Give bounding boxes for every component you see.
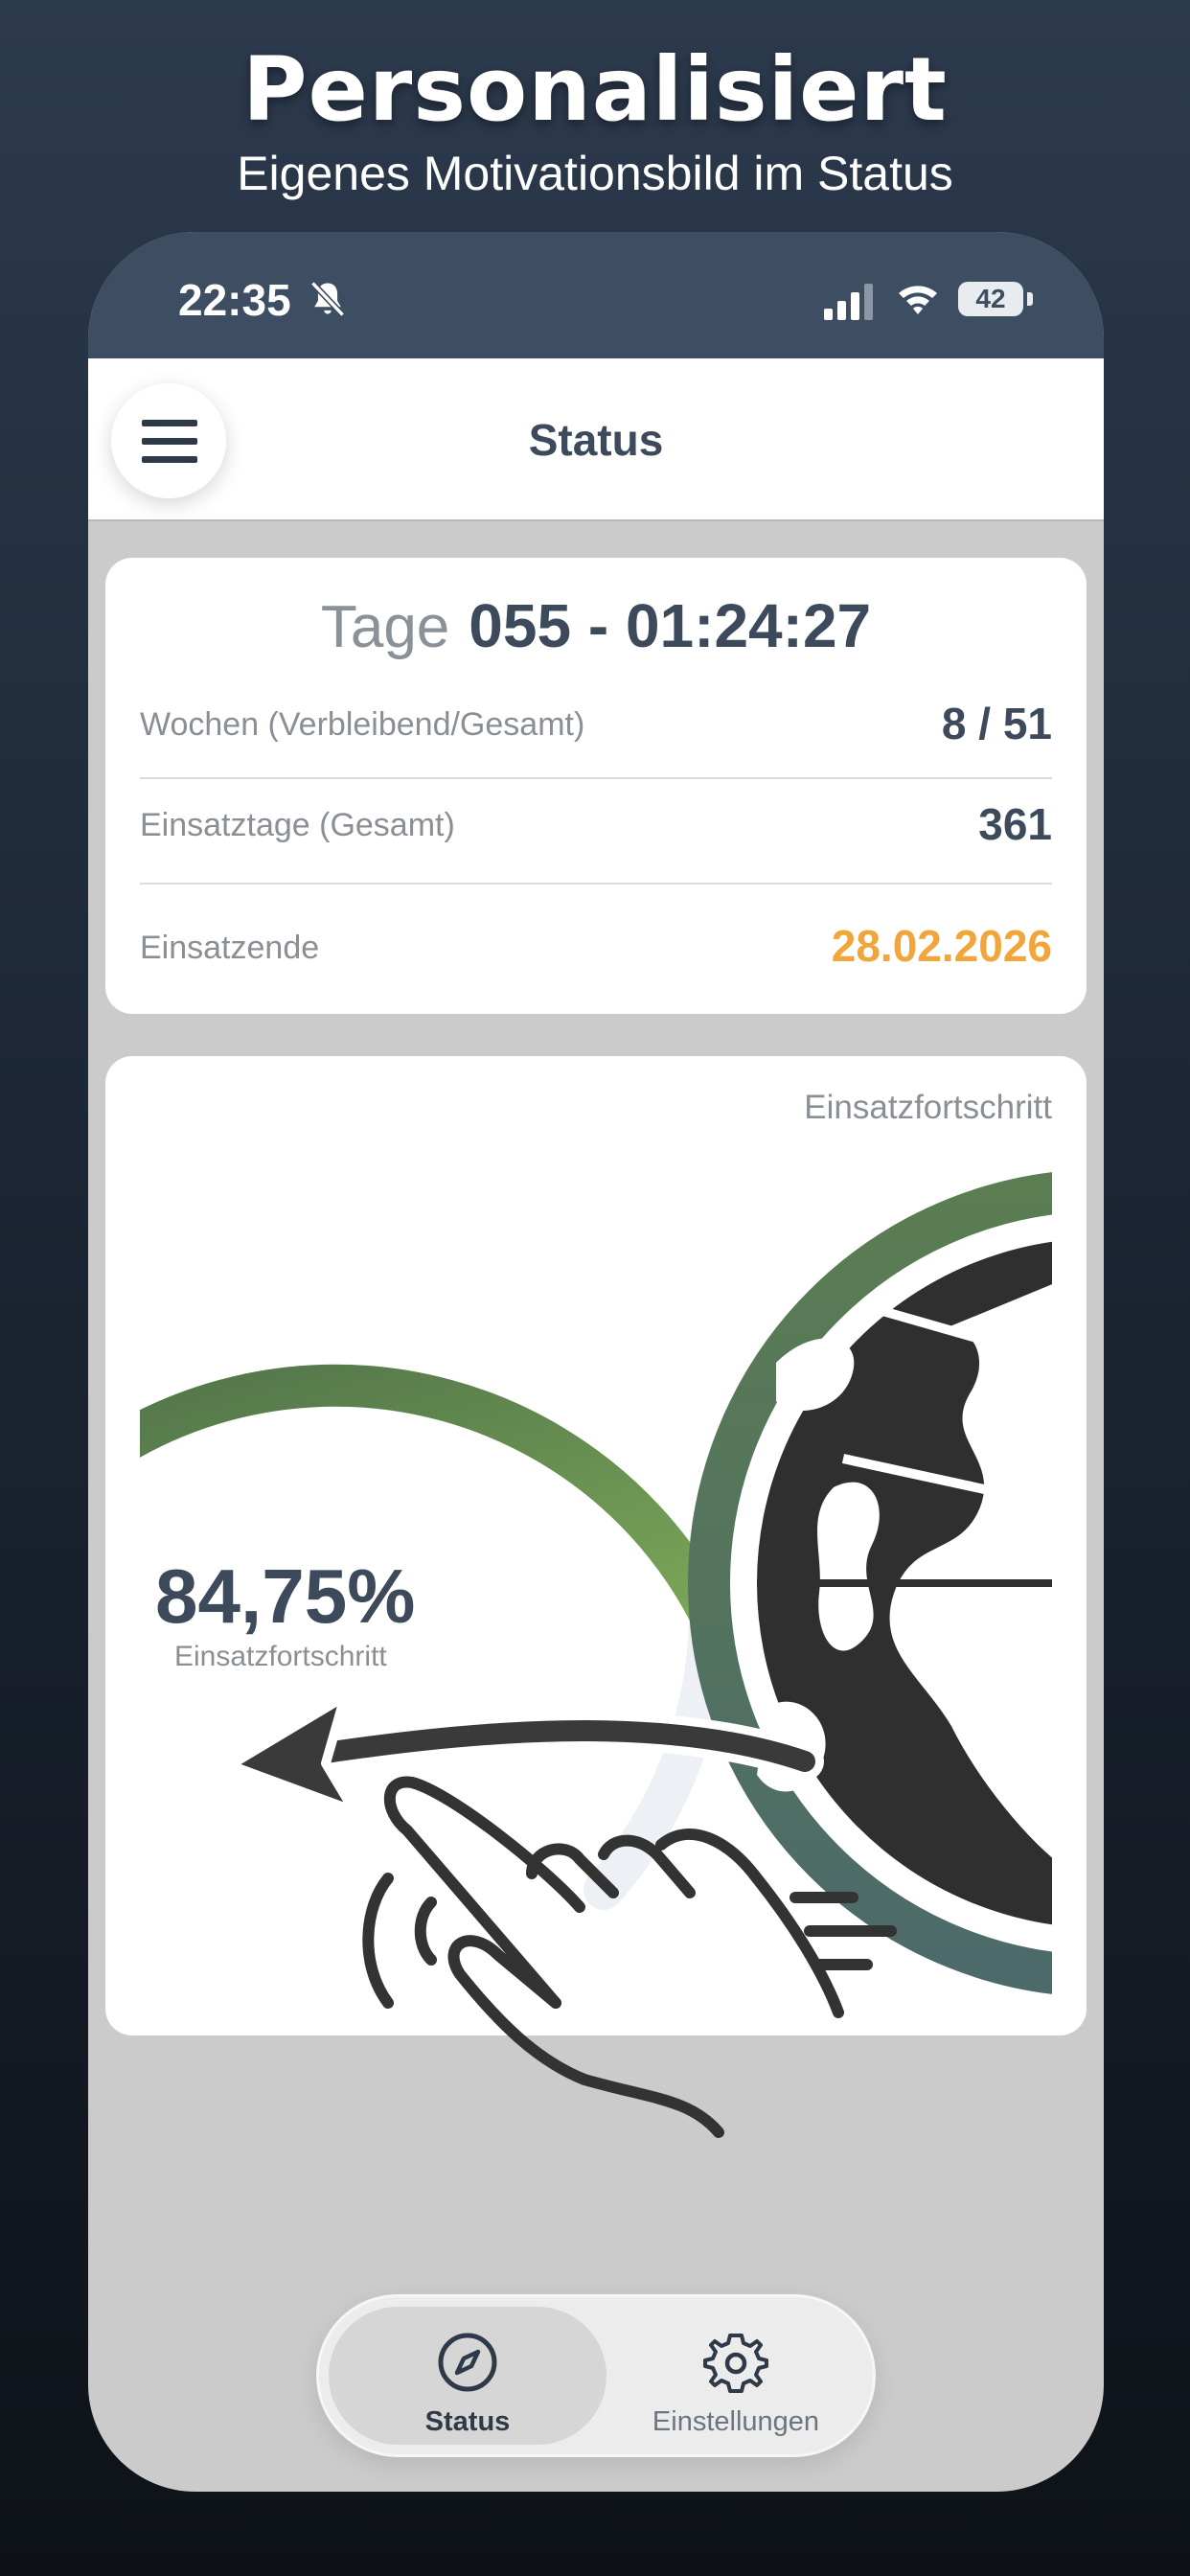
deployment-days-value: 361 — [978, 799, 1052, 849]
bottom-nav: Status Einstellungen — [316, 2294, 876, 2457]
nav-item-status[interactable]: Status — [329, 2307, 606, 2445]
battery-tip — [1027, 292, 1033, 306]
deployment-days-label: Einsatztage (Gesamt) — [140, 807, 455, 843]
globe-image — [688, 1172, 1052, 1994]
summary-card: Tage 055 - 01:24:27 Wochen (Verbleibend/G… — [105, 558, 1087, 1014]
status-bar: 22:35 42 — [88, 232, 1104, 358]
phone-frame: 22:35 42 Status Tage 055 - 01:24:27 Woch… — [88, 232, 1104, 2492]
progress-card[interactable]: Einsatzfortschritt 84,75% Einsatzfortsch… — [105, 1056, 1087, 2036]
status-time: 22:35 — [178, 275, 291, 325]
gear-icon — [703, 2334, 768, 2393]
end-date-label: Einsatzende — [140, 930, 320, 966]
days-counter: Tage 055 - 01:24:27 — [105, 590, 1087, 661]
progress-percent: 84,75% — [155, 1553, 416, 1639]
app-bar: Status — [88, 358, 1104, 521]
divider — [140, 777, 1052, 779]
divider — [140, 883, 1052, 885]
battery-icon: 42 — [958, 282, 1023, 316]
days-value: 055 - 01:24:27 — [469, 591, 872, 660]
cellular-signal-icon — [824, 284, 873, 320]
days-label: Tage — [320, 594, 450, 660]
weeks-label: Wochen (Verbleibend/Gesamt) — [140, 706, 585, 743]
nav-label-settings: Einstellungen — [652, 2406, 820, 2437]
page-title: Status — [528, 415, 664, 465]
gauge-track — [584, 1592, 729, 1910]
weeks-value: 8 / 51 — [941, 699, 1052, 748]
promo-subtitle: Eigenes Motivationsbild im Status — [237, 147, 953, 200]
nav-label-status: Status — [424, 2406, 511, 2437]
progress-percent-label: Einsatzfortschritt — [174, 1641, 387, 1672]
bell-slash-icon — [310, 281, 345, 317]
promo-title: Personalisiert — [242, 38, 948, 141]
nav-item-settings[interactable]: Einstellungen — [606, 2307, 865, 2445]
end-date-value: 28.02.2026 — [831, 921, 1052, 971]
compass-icon — [438, 2333, 497, 2392]
wifi-icon — [899, 286, 937, 314]
progress-gauge — [140, 1172, 1052, 1994]
